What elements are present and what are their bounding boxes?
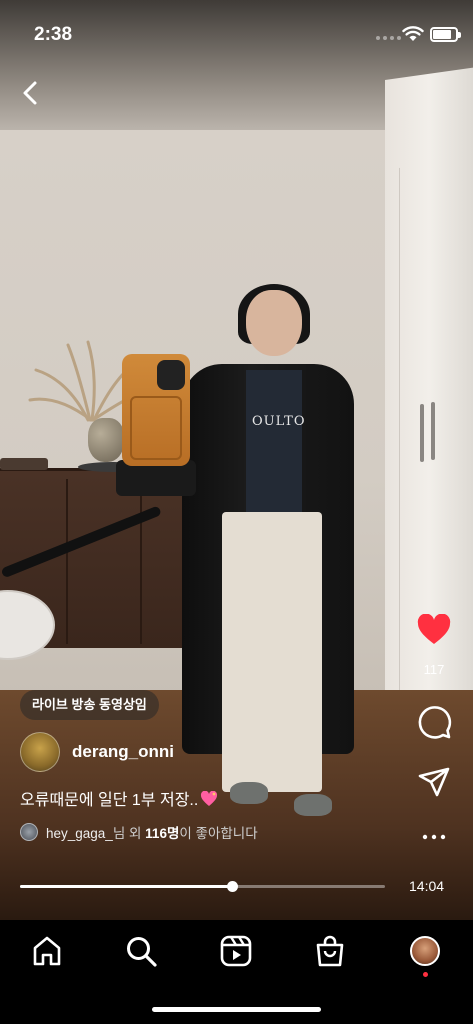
tab-reels[interactable] [219,934,253,968]
phone-on-tripod [122,354,190,466]
person-shirt [246,370,302,520]
video-progress-bar[interactable] [20,880,385,894]
author-username[interactable]: derang_onni [72,742,174,762]
author-avatar[interactable] [20,732,60,772]
heart-filled-icon [417,613,451,644]
vase [88,418,124,462]
video-frame[interactable]: OULTO [0,0,473,920]
live-video-chip[interactable]: 라이브 방송 동영상임 [20,690,159,720]
wifi-icon [402,26,424,41]
post-caption[interactable]: 오류때문에 일단 1부 저장.. [20,786,218,810]
video-duration: 14:04 [409,878,445,894]
wardrobe-handle [431,402,435,460]
wardrobe-handle [420,404,424,462]
liker-avatar [20,823,38,841]
battery-icon [430,27,461,42]
back-button[interactable] [16,78,46,108]
send-icon [418,767,450,797]
liked-by-row[interactable]: hey_gaga_님 외 116명이 좋아합니다 [20,822,258,842]
sparkling-heart-icon [201,791,218,806]
status-bar: 2:38 [0,0,473,64]
tab-shop[interactable] [313,934,347,968]
person-shoe [294,794,332,816]
more-horizontal-icon [422,834,446,840]
status-time: 2:38 [34,24,73,45]
likes-text-part2: 이 좋아합니다 [179,826,258,841]
progress-scrubber[interactable] [226,881,238,892]
person-pants [222,512,322,792]
comment-icon [418,706,452,739]
tab-profile-avatar[interactable] [410,936,440,966]
shirt-print: OULTO [252,414,306,429]
caption-text: 오류때문에 일단 1부 저장.. [20,792,199,809]
tab-search[interactable] [124,934,158,968]
tab-home[interactable] [30,934,64,968]
like-button[interactable] [410,613,458,651]
likes-text-part1: 님 외 [112,826,146,841]
comment-button[interactable] [410,704,458,745]
liker-username[interactable]: hey_gaga_ [46,826,113,841]
share-button[interactable] [410,766,458,803]
signal-dots-icon [376,36,401,40]
more-button[interactable] [410,828,458,846]
person-shoe [230,782,268,804]
person-face [246,290,302,356]
author-row[interactable]: derang_onni [20,732,174,772]
notification-dot [423,972,428,977]
like-count[interactable]: 117 [410,662,458,677]
progress-played [20,885,232,888]
likes-count-text[interactable]: 116명 [145,826,179,841]
tray [0,458,48,470]
home-indicator [152,1007,321,1012]
